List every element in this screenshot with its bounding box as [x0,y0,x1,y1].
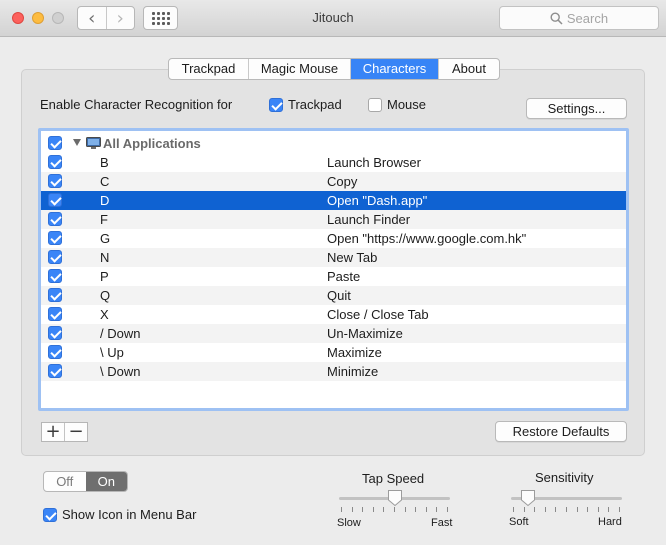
gesture-key: C [100,174,110,189]
mouse-checkbox[interactable]: Mouse [368,97,426,112]
search-icon [550,11,563,25]
show-icon-checkbox[interactable]: Show Icon in Menu Bar [43,507,196,522]
sensitivity-max-label: Hard [598,516,622,528]
table-row[interactable]: N New Tab [41,248,626,267]
table-row[interactable]: \ Down Minimize [41,362,626,381]
row-checkbox[interactable] [48,212,62,226]
group-label: All Applications [103,136,201,151]
row-checkbox[interactable] [48,193,62,207]
tap-speed-slider-knob[interactable] [387,489,403,507]
sensitivity-min-label: Soft [509,516,529,528]
gesture-action: New Tab [327,250,378,265]
gesture-key: B [100,155,109,170]
tab-characters[interactable]: Characters [350,59,438,79]
checkbox-checked-icon [269,97,283,112]
gesture-action: Close / Close Tab [327,307,429,322]
gesture-key: F [100,212,108,227]
row-checkbox[interactable] [48,250,62,264]
row-checkbox[interactable] [48,288,62,302]
group-checkbox[interactable] [48,136,62,150]
add-button[interactable]: + [42,423,64,441]
gesture-action: Launch Browser [327,155,421,170]
mouse-checkbox-label: Mouse [387,97,427,112]
gesture-key: Q [100,288,111,303]
tab-magic-mouse[interactable]: Magic Mouse [248,59,350,79]
row-checkbox[interactable] [48,345,62,359]
tap-speed-title: Tap Speed [362,471,425,486]
gesture-key: X [100,307,109,322]
row-checkbox[interactable] [48,364,62,378]
gesture-key: \ Up [100,345,124,360]
table-row[interactable]: D Open "Dash.app" [41,191,626,210]
table-row[interactable]: F Launch Finder [41,210,626,229]
gesture-action: Quit [327,288,351,303]
gesture-list[interactable]: All Applications B Launch Browser C Copy D Op… [38,128,629,411]
table-row[interactable]: G Open "https://www.google.com.hk" [41,229,626,248]
power-on-option[interactable]: On [85,472,127,491]
gesture-action: Open "Dash.app" [327,193,428,208]
row-checkbox[interactable] [48,155,62,169]
title-bar: ‹ › Jitouch Search [0,0,666,37]
checkbox-checked-icon [43,507,57,522]
row-checkbox[interactable] [48,231,62,245]
search-placeholder: Search [566,10,609,26]
settings-button[interactable]: Settings... [526,98,627,119]
sensitivity-slider-knob[interactable] [520,489,536,507]
tab-about[interactable]: About [438,59,499,79]
trackpad-checkbox[interactable]: Trackpad [269,97,342,112]
table-row[interactable]: \ Up Maximize [41,343,626,362]
gesture-action: Copy [327,174,358,189]
row-checkbox[interactable] [48,269,62,283]
tap-speed-ticks [341,507,448,513]
table-row[interactable]: Q Quit [41,286,626,305]
add-remove-control: + − [41,422,88,442]
show-icon-label: Show Icon in Menu Bar [62,507,197,522]
group-row-all-applications[interactable]: All Applications [41,134,626,153]
sensitivity-ticks [513,507,620,513]
table-row[interactable]: C Copy [41,172,626,191]
power-toggle[interactable]: Off On [43,471,128,492]
monitor-icon [86,137,101,149]
tab-bar: Trackpad Magic Mouse Characters About [168,58,500,80]
tap-speed-min-label: Slow [337,517,361,529]
tap-speed-max-label: Fast [431,517,453,529]
disclosure-triangle-icon[interactable] [73,139,81,146]
gesture-action: Minimize [327,364,379,379]
gesture-key: P [100,269,109,284]
gesture-action: Launch Finder [327,212,411,227]
power-off-option[interactable]: Off [44,472,86,491]
enable-recognition-label: Enable Character Recognition for [40,97,233,112]
table-row[interactable]: P Paste [41,267,626,286]
gesture-key: G [100,231,111,246]
gesture-action: Open "https://www.google.com.hk" [327,231,527,246]
gesture-key: N [100,250,110,265]
sensitivity-title: Sensitivity [535,470,594,485]
remove-button[interactable]: − [64,423,87,441]
table-row[interactable]: X Close / Close Tab [41,305,626,324]
gesture-action: Un-Maximize [327,326,403,341]
trackpad-checkbox-label: Trackpad [288,97,342,112]
table-row[interactable]: B Launch Browser [41,153,626,172]
table-row[interactable]: / Down Un-Maximize [41,324,626,343]
row-checkbox[interactable] [48,307,62,321]
row-checkbox[interactable] [48,326,62,340]
tab-trackpad[interactable]: Trackpad [169,59,248,79]
gesture-key: D [100,193,110,208]
gesture-action: Paste [327,269,361,284]
checkbox-unchecked-icon [368,97,382,112]
gesture-key: \ Down [100,364,141,379]
gesture-action: Maximize [327,345,382,360]
restore-defaults-button[interactable]: Restore Defaults [495,421,627,442]
search-field[interactable]: Search [499,6,659,30]
gesture-key: / Down [100,326,141,341]
row-checkbox[interactable] [48,174,62,188]
